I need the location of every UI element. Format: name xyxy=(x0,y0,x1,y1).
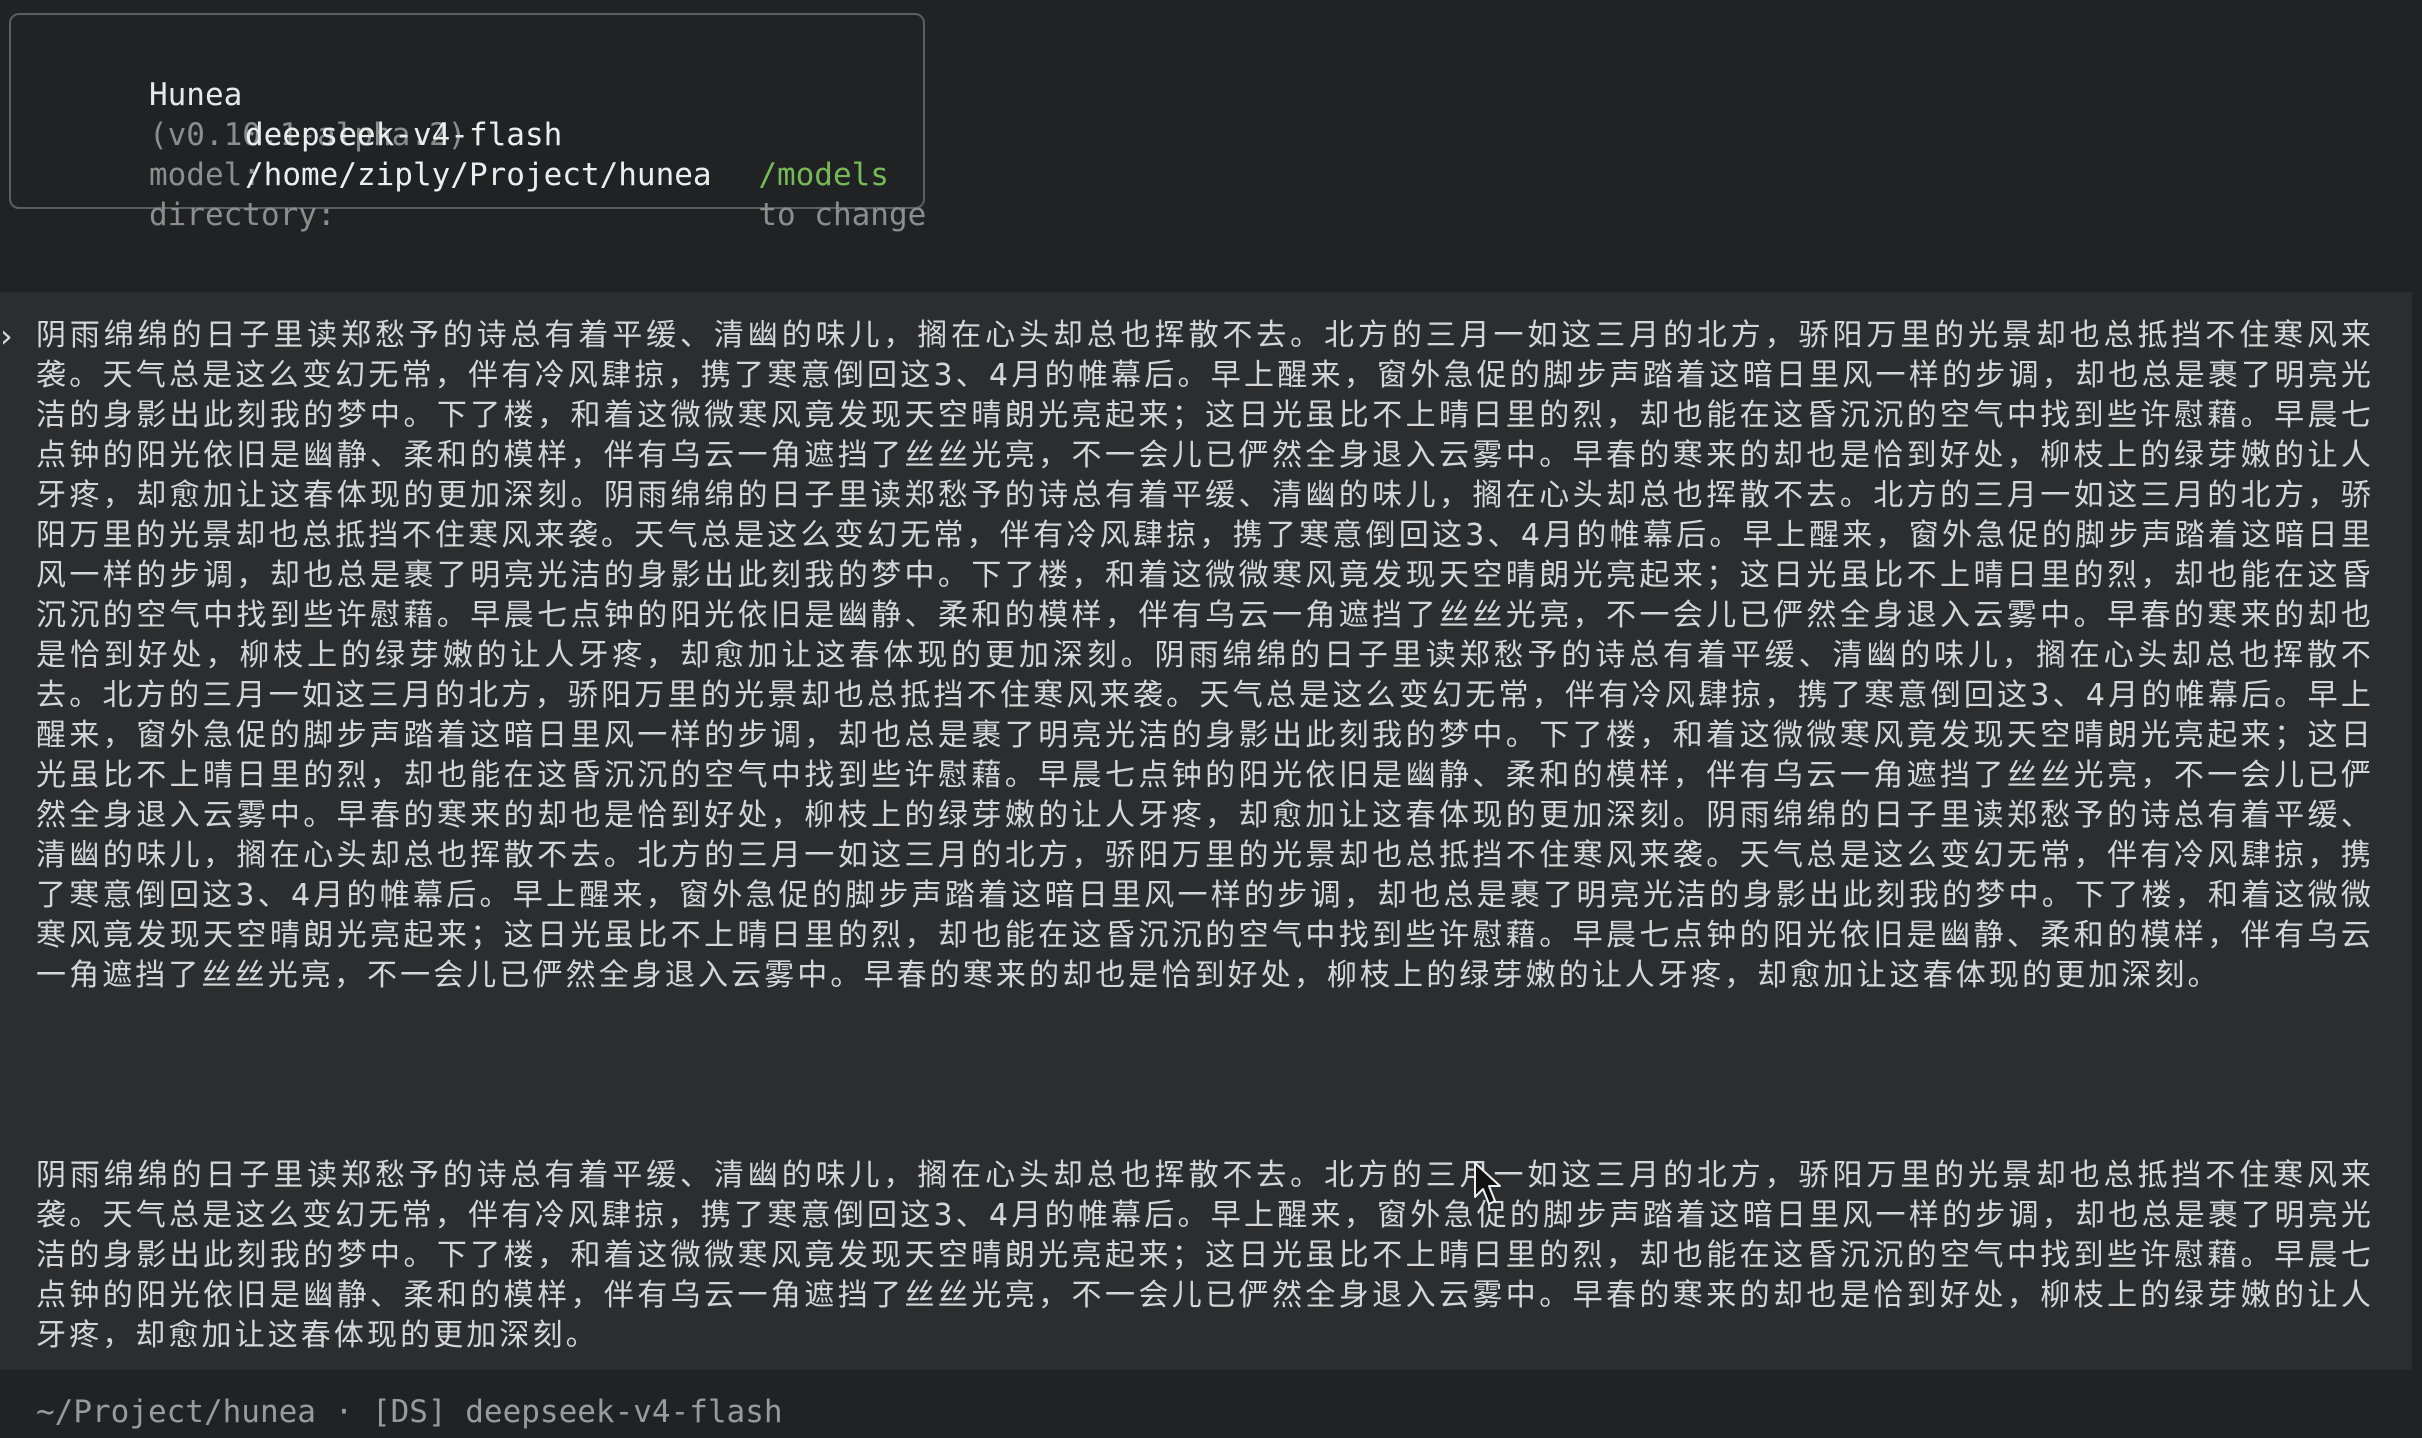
session-info-box: Hunea (v0.10.1-alpha.2) model: deepseek-… xyxy=(9,13,926,233)
mouse-pointer-icon xyxy=(1474,1162,1501,1205)
change-text: to change xyxy=(758,197,927,233)
directory-info-row: directory: /home/ziply/Project/hunea xyxy=(37,155,712,315)
directory-value: /home/ziply/Project/hunea xyxy=(245,157,712,193)
app-name: Hunea xyxy=(148,77,243,113)
models-command: /models xyxy=(758,157,889,193)
model-value: deepseek-v4-flash xyxy=(245,117,563,153)
chevron-right-icon: › xyxy=(0,317,13,355)
chat-message-area[interactable]: › 阴雨绵绵的日子里读郑愁予的诗总有着平缓、清幽的味儿，搁在心头却总也挥散不去。… xyxy=(0,292,2412,1370)
message-paragraph-2: 阴雨绵绵的日子里读郑愁予的诗总有着平缓、清幽的味儿，搁在心头却总也挥散不去。北方… xyxy=(36,1158,2374,1353)
status-bar: ~/Project/hunea · [DS] deepseek-v4-flash xyxy=(36,1394,783,1430)
terminal-window: Hunea (v0.10.1-alpha.2) model: deepseek-… xyxy=(0,0,2422,1438)
models-command-hint: /models to change xyxy=(609,115,926,275)
message-paragraph-1: 阴雨绵绵的日子里读郑愁予的诗总有着平缓、清幽的味儿，搁在心头却总也挥散不去。北方… xyxy=(36,318,2374,993)
directory-label: directory: xyxy=(148,197,336,233)
